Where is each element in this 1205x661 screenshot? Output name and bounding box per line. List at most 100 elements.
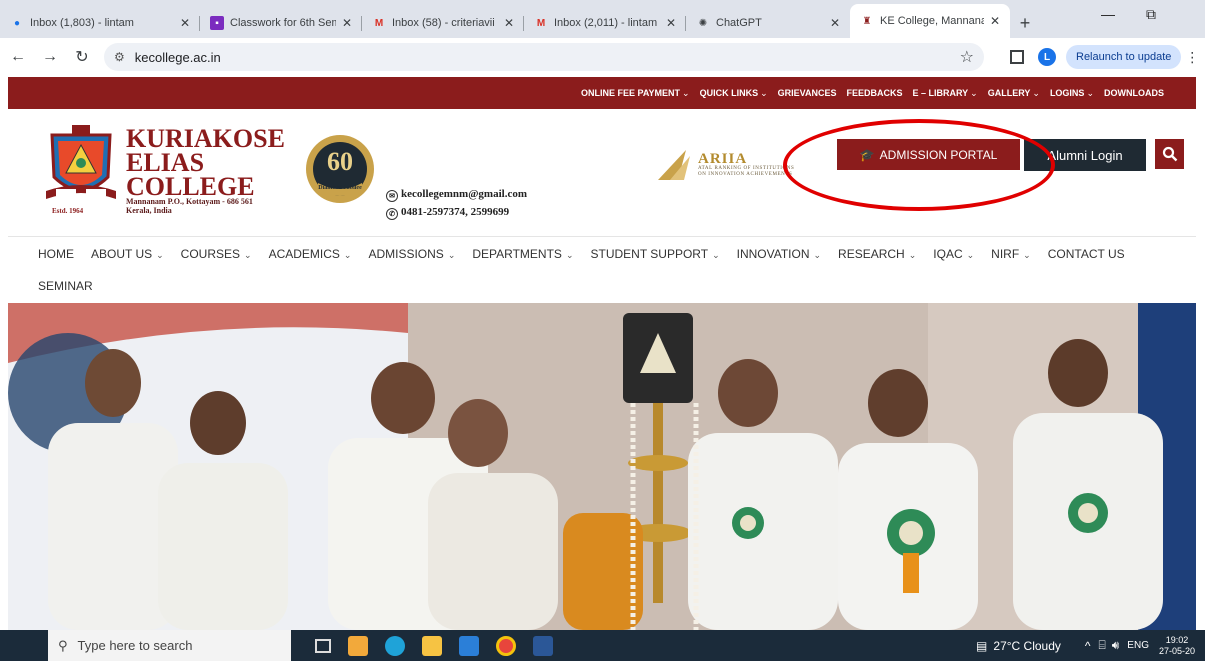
site-info-icon[interactable]: ⚙ bbox=[114, 50, 125, 64]
college-name[interactable]: KURIAKOSE ELIAS COLLEGE bbox=[126, 126, 285, 201]
weather-text[interactable]: 27°C Cloudy bbox=[993, 639, 1061, 653]
forward-icon[interactable]: → bbox=[36, 43, 64, 71]
chevron-down-icon: ⌄ bbox=[970, 87, 978, 98]
close-icon[interactable]: ✕ bbox=[830, 16, 840, 30]
chevron-down-icon: ⌄ bbox=[712, 250, 720, 260]
back-icon[interactable]: ← bbox=[4, 43, 32, 71]
close-icon[interactable]: ✕ bbox=[180, 16, 190, 30]
clock[interactable]: 19:02 27-05-20 bbox=[1159, 635, 1195, 657]
chevron-down-icon: ⌄ bbox=[908, 250, 917, 260]
mail-icon[interactable] bbox=[459, 635, 479, 656]
classroom-icon: ▪ bbox=[210, 16, 224, 30]
admission-portal-label: ADMISSION PORTAL bbox=[879, 147, 998, 162]
relaunch-button[interactable]: Relaunch to update bbox=[1066, 45, 1182, 69]
profile-avatar[interactable]: L bbox=[1038, 48, 1056, 66]
nav-item-academics[interactable]: ACADEMICS ⌄ bbox=[269, 247, 352, 261]
ariia-mark-icon bbox=[658, 150, 690, 180]
address-bar[interactable]: ⚙ kecollege.ac.in ☆ bbox=[104, 43, 984, 71]
windows-taskbar: ⚲ Type here to search ▤ 27°C Cloudy ^ ⌸ … bbox=[0, 630, 1205, 661]
new-tab-button[interactable]: + bbox=[1010, 8, 1040, 38]
alumni-login-button[interactable]: Alumni Login bbox=[1024, 139, 1146, 171]
task-view-icon[interactable] bbox=[315, 638, 331, 653]
nav-item-student-support[interactable]: STUDENT SUPPORT ⌄ bbox=[590, 247, 719, 261]
store-icon[interactable] bbox=[348, 635, 368, 656]
minimize-icon[interactable]: — bbox=[1101, 6, 1115, 22]
tab-title: Inbox (58) - criteriavii bbox=[392, 17, 495, 29]
nav-item-label: CONTACT US bbox=[1047, 247, 1125, 261]
jubilee-number: 60 bbox=[327, 147, 353, 176]
close-icon[interactable]: ✕ bbox=[990, 14, 1000, 28]
ariia-logo[interactable]: ARIIA ATAL RANKING OF INSTITUTIONS ON IN… bbox=[656, 147, 794, 183]
browser-tab[interactable]: ● Inbox (1,803) - lintam ✕ bbox=[0, 8, 200, 38]
nav-item-home[interactable]: HOME bbox=[38, 247, 74, 261]
search-button[interactable] bbox=[1155, 139, 1184, 169]
network-icon[interactable]: ⌸ bbox=[1099, 638, 1106, 653]
menu-kebab-icon[interactable]: ⋮ bbox=[1185, 49, 1199, 66]
edge-icon[interactable] bbox=[385, 635, 405, 656]
search-icon bbox=[1162, 146, 1177, 162]
reload-icon[interactable]: ↻ bbox=[68, 43, 96, 71]
college-name-line: COLLEGE bbox=[126, 172, 255, 201]
bookmark-star-icon[interactable]: ☆ bbox=[960, 47, 974, 67]
top-link-feedbacks[interactable]: FEEDBACKS bbox=[846, 88, 902, 98]
tab-title: ChatGPT bbox=[716, 17, 762, 29]
established-year: Estd. 1964 bbox=[52, 207, 84, 215]
chrome-icon[interactable] bbox=[496, 635, 516, 656]
top-link-e-library[interactable]: E – LIBRARY bbox=[912, 88, 968, 98]
nav-item-research[interactable]: RESEARCH ⌄ bbox=[838, 247, 916, 261]
url-text: kecollege.ac.in bbox=[134, 49, 221, 65]
top-link-grievances[interactable]: GRIEVANCES bbox=[778, 88, 837, 98]
top-link-quick-links[interactable]: QUICK LINKS bbox=[700, 88, 759, 98]
chevron-down-icon: ⌄ bbox=[447, 250, 456, 260]
top-link-downloads[interactable]: DOWNLOADS bbox=[1104, 88, 1164, 98]
nav-item-iqac[interactable]: IQAC ⌄ bbox=[933, 247, 974, 261]
close-icon[interactable]: ✕ bbox=[342, 16, 352, 30]
language-indicator[interactable]: ENG bbox=[1127, 640, 1149, 651]
browser-tab[interactable]: M Inbox (2,011) - lintam ✕ bbox=[524, 8, 686, 38]
volume-icon[interactable]: 🔊︎ bbox=[1112, 638, 1120, 653]
chatgpt-icon: ✺ bbox=[698, 17, 708, 29]
top-link-online-fee-payment[interactable]: ONLINE FEE PAYMENT bbox=[581, 88, 680, 98]
chevron-down-icon: ⌄ bbox=[966, 250, 975, 260]
close-icon[interactable]: ✕ bbox=[666, 16, 676, 30]
main-navigation: HOME ABOUT US ⌄ COURSES ⌄ ACADEMICS ⌄ ADMISSION… bbox=[8, 236, 1196, 302]
taskbar-search-placeholder: Type here to search bbox=[77, 638, 193, 653]
tab-title: Classwork for 6th Sem bbox=[230, 17, 336, 29]
gmail-icon: ● bbox=[13, 17, 21, 29]
browser-tab[interactable]: ✺ ChatGPT ✕ bbox=[686, 8, 850, 38]
browser-tab[interactable]: ▪ Classwork for 6th Sem ✕ bbox=[200, 8, 362, 38]
chevron-down-icon: ⌄ bbox=[565, 250, 574, 260]
email-icon: ✉ bbox=[386, 190, 398, 202]
nav-item-nirf[interactable]: NIRF ⌄ bbox=[991, 247, 1031, 261]
chevron-down-icon: ⌄ bbox=[156, 250, 164, 260]
nav-item-seminar[interactable]: SEMINAR bbox=[38, 279, 93, 293]
nav-item-contact-us[interactable]: CONTACT US bbox=[1048, 247, 1125, 261]
taskbar-search[interactable]: ⚲ Type here to search bbox=[48, 630, 291, 661]
restore-icon[interactable]: ⧉ bbox=[1146, 6, 1156, 23]
browser-tab[interactable]: M Inbox (58) - criteriavii ✕ bbox=[362, 8, 524, 38]
nav-item-courses[interactable]: COURSES ⌄ bbox=[181, 247, 252, 261]
tray-chevron-icon[interactable]: ^ bbox=[1085, 639, 1091, 653]
nav-item-departments[interactable]: DEPARTMENTS ⌄ bbox=[472, 247, 573, 261]
close-icon[interactable]: ✕ bbox=[504, 16, 514, 30]
file-explorer-icon[interactable] bbox=[422, 635, 442, 656]
browser-tab-active[interactable]: ♜ KE College, Mannanam ✕ bbox=[850, 4, 1010, 38]
tab-title: KE College, Mannanam bbox=[880, 15, 984, 27]
tab-title: Inbox (1,803) - lintam bbox=[30, 17, 134, 29]
nav-item-label: RESEARCH bbox=[838, 247, 905, 261]
side-panel-icon[interactable] bbox=[1010, 50, 1024, 64]
nav-item-label: ADMISSIONS bbox=[368, 247, 444, 261]
hero-photo bbox=[8, 303, 1196, 630]
nav-item-label: STUDENT SUPPORT bbox=[590, 247, 709, 261]
nav-item-about-us[interactable]: ABOUT US ⌄ bbox=[91, 247, 164, 261]
contact-info: ✉ kecollegemnm@gmail.com ✆ 0481-2597374, 2… bbox=[386, 185, 527, 221]
word-icon[interactable] bbox=[533, 635, 553, 656]
nav-item-innovation[interactable]: INNOVATION ⌄ bbox=[737, 247, 821, 261]
nav-item-admissions[interactable]: ADMISSIONS ⌄ bbox=[368, 247, 455, 261]
top-link-logins[interactable]: LOGINS bbox=[1050, 88, 1085, 98]
admission-portal-button[interactable]: 🎓 ADMISSION PORTAL bbox=[837, 139, 1020, 170]
college-crest-logo[interactable] bbox=[44, 121, 118, 209]
gmail-icon: M bbox=[536, 17, 546, 29]
email-address[interactable]: kecollegemnm@gmail.com bbox=[401, 188, 527, 200]
top-link-gallery[interactable]: GALLERY bbox=[988, 88, 1031, 98]
